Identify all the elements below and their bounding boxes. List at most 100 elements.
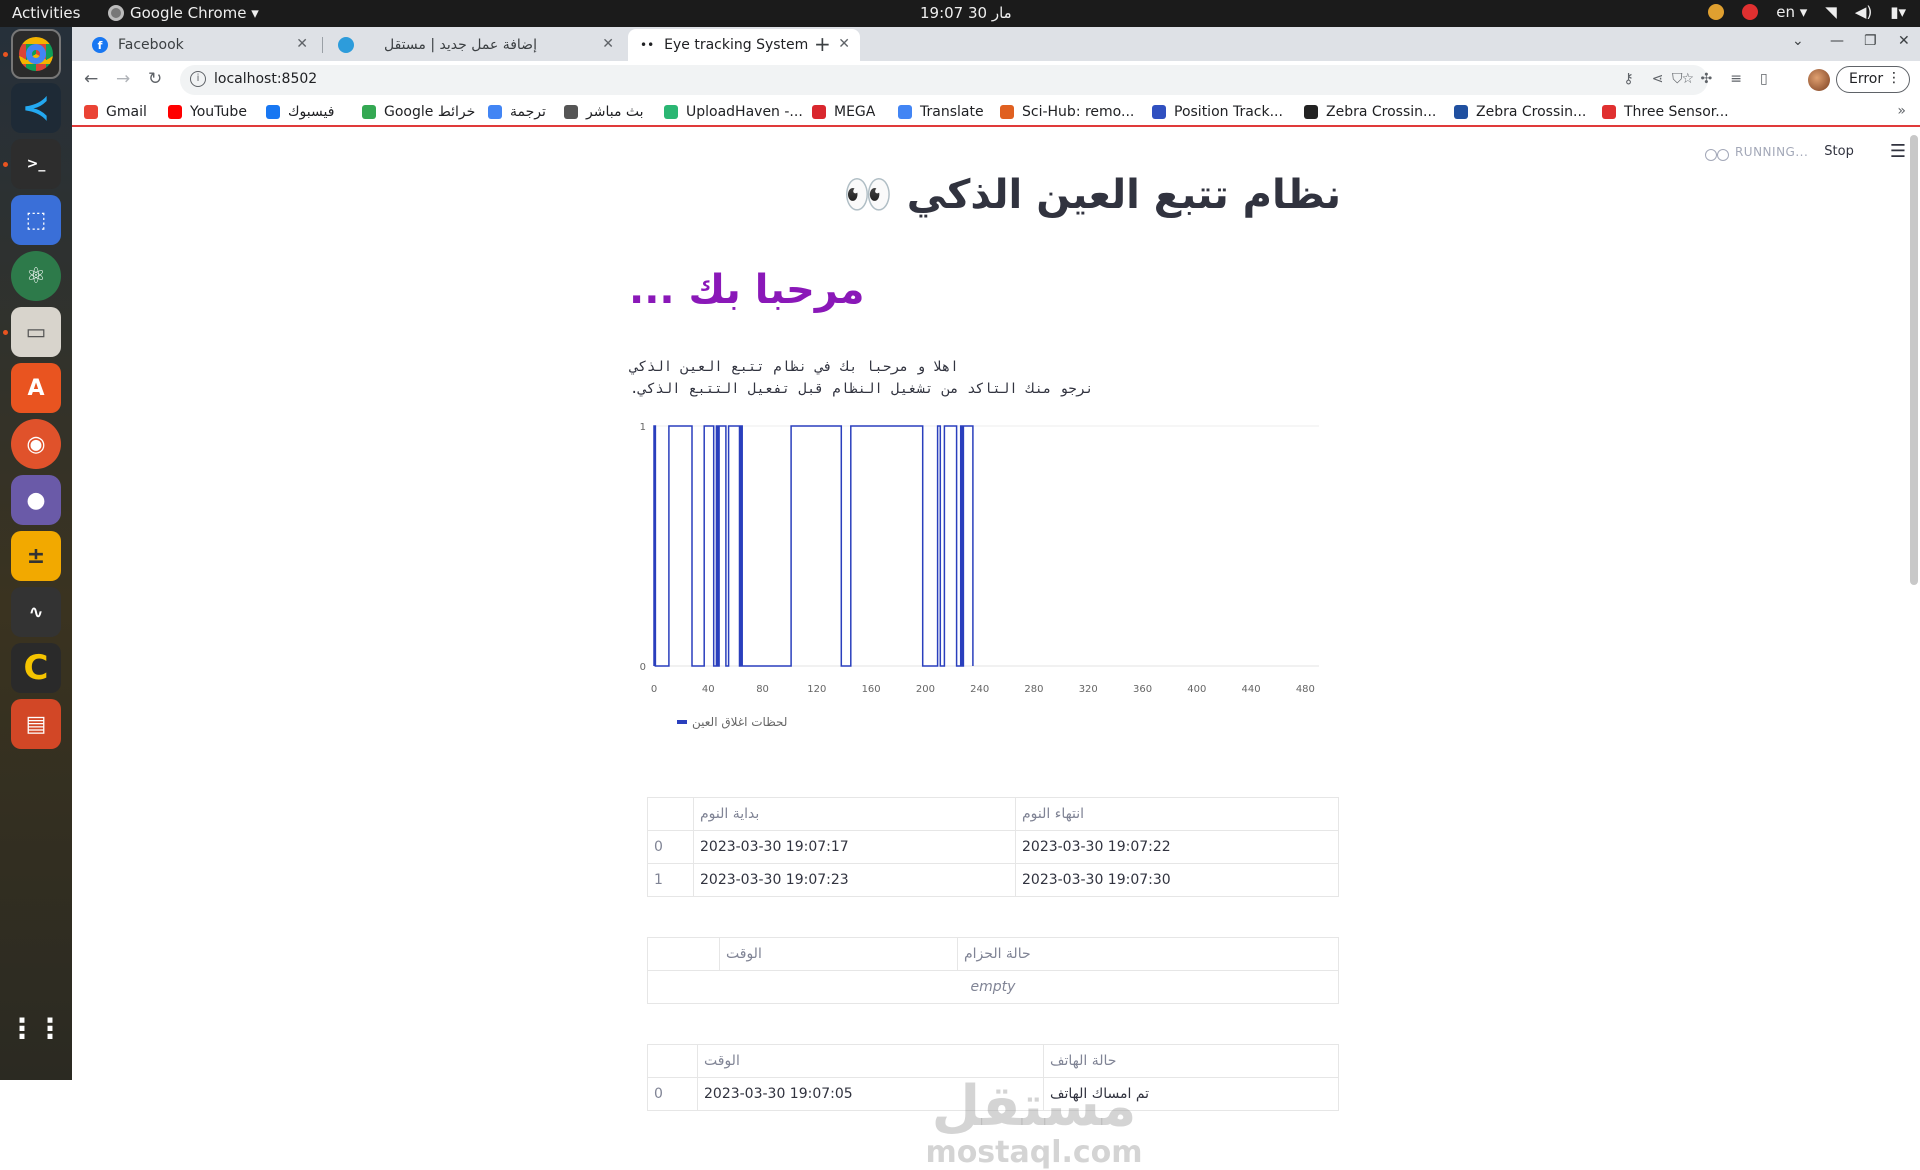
- forward-icon[interactable]: →: [116, 69, 130, 89]
- close-tab-icon[interactable]: ✕: [838, 36, 850, 52]
- bookmark-item[interactable]: Three Sensor...: [1602, 104, 1729, 120]
- app-center-icon[interactable]: A: [11, 363, 61, 413]
- activities-button[interactable]: Activities: [12, 4, 80, 22]
- bookmark-item[interactable]: بث مباشر: [564, 104, 644, 120]
- bicycle-icon: [1704, 143, 1729, 161]
- system-tray[interactable]: en ▾ ◥ ◀) ▮▾: [1708, 3, 1906, 21]
- dnd-icon[interactable]: [1742, 4, 1759, 20]
- x-tick-label: 160: [862, 684, 881, 695]
- bookmark-item[interactable]: Translate: [898, 104, 984, 120]
- language-selector[interactable]: en ▾: [1776, 3, 1807, 21]
- files-icon[interactable]: ▭: [11, 307, 61, 357]
- error-button[interactable]: Error ⋮: [1836, 66, 1910, 93]
- close-tab-icon[interactable]: ✕: [296, 36, 308, 52]
- close-window-button[interactable]: ✕: [1898, 33, 1910, 49]
- webcam-icon[interactable]: ●: [11, 475, 61, 525]
- bookmark-item[interactable]: Zebra Crossin...: [1454, 104, 1586, 120]
- bookmark-item[interactable]: Sci-Hub: remo...: [1000, 104, 1134, 120]
- tab-mostaql[interactable]: إضافة عمل جديد | مستقل ✕: [326, 29, 624, 61]
- chrome-dock-icon[interactable]: [11, 29, 61, 79]
- maximize-button[interactable]: ❐: [1864, 33, 1877, 49]
- bookmark-item[interactable]: UploadHaven -...: [664, 104, 803, 120]
- zebra2-icon: [1454, 105, 1468, 119]
- bookmark-item[interactable]: Google خرائط: [362, 104, 475, 120]
- youtube-icon: [168, 105, 182, 119]
- bookmark-item[interactable]: YouTube: [168, 104, 247, 120]
- firefox-icon[interactable]: ◉: [11, 419, 61, 469]
- tab-label: إضافة عمل جديد | مستقل: [384, 37, 537, 53]
- table-row[interactable]: 0 2023-03-30 19:07:17 2023-03-30 19:07:2…: [647, 830, 1339, 864]
- scrollbar-thumb[interactable]: [1910, 135, 1918, 585]
- table-row[interactable]: 1 2023-03-30 19:07:23 2023-03-30 19:07:3…: [647, 863, 1339, 897]
- battery-icon[interactable]: ▮▾: [1890, 3, 1906, 21]
- bookmark-item[interactable]: ترجمة: [488, 104, 546, 120]
- minimize-button[interactable]: —: [1830, 33, 1844, 49]
- tab-search-icon[interactable]: ⌄: [1792, 33, 1804, 49]
- table-cell: 2023-03-30 19:07:17: [693, 830, 1016, 864]
- show-apps-icon[interactable]: ⋮⋮: [8, 1003, 64, 1053]
- stop-button[interactable]: Stop: [1824, 144, 1854, 159]
- x-tick-label: 440: [1242, 684, 1261, 695]
- live-icon: [564, 105, 578, 119]
- terminal-icon[interactable]: >_: [11, 139, 61, 189]
- error-label: Error: [1849, 71, 1884, 87]
- volume-icon[interactable]: ◀): [1855, 3, 1872, 21]
- close-tab-icon[interactable]: ✕: [602, 36, 614, 52]
- bookmark-label: YouTube: [190, 104, 247, 120]
- codeblocks-icon[interactable]: C: [11, 643, 61, 693]
- bookmark-label: Sci-Hub: remo...: [1022, 104, 1135, 120]
- belt-table[interactable]: الوقت حالة الحزام empty: [647, 937, 1339, 1004]
- app-menu[interactable]: Google Chrome ▾: [108, 4, 259, 22]
- calculator-icon[interactable]: ±: [11, 531, 61, 581]
- reload-icon[interactable]: ↻: [148, 69, 162, 89]
- sleep-table[interactable]: بداية النوم انتهاء النوم 0 2023-03-30 19…: [647, 797, 1339, 897]
- eye-closure-chart[interactable]: 0 1 0 40 80 120 160 200 240 280 320 360 400 440 480 لحظ…: [624, 411, 1324, 741]
- more-menu-icon[interactable]: ⋮: [1887, 70, 1901, 86]
- vscode-icon[interactable]: ≺: [11, 83, 61, 133]
- url-text[interactable]: localhost:8502: [214, 71, 317, 87]
- bookmark-item[interactable]: فيسبوك: [266, 104, 334, 120]
- tab-facebook[interactable]: f Facebook ✕: [80, 29, 318, 61]
- new-tab-button[interactable]: +: [814, 32, 831, 56]
- column-header: الوقت: [719, 937, 958, 971]
- shield-icon[interactable]: ⛉: [1672, 71, 1683, 87]
- maps-icon: [362, 105, 376, 119]
- system-monitor-icon[interactable]: ∿: [11, 587, 61, 637]
- atom-icon[interactable]: ⚛: [11, 251, 61, 301]
- site-info-icon[interactable]: i: [190, 71, 206, 87]
- mega-icon: [812, 105, 826, 119]
- screenshot-icon[interactable]: ⬚: [11, 195, 61, 245]
- bookmark-item[interactable]: Zebra Crossin...: [1304, 104, 1436, 120]
- chrome-tray-icon[interactable]: [1708, 4, 1725, 20]
- hamburger-menu-icon[interactable]: ☰: [1890, 141, 1906, 162]
- page-scrollbar[interactable]: [1908, 129, 1920, 1080]
- column-header: الوقت: [697, 1044, 1044, 1078]
- chrome-icon: [108, 5, 124, 21]
- more-bookmarks-icon[interactable]: »: [1897, 103, 1906, 119]
- index-header: [647, 1044, 698, 1078]
- side-panel-icon[interactable]: ▯: [1760, 71, 1768, 87]
- avatar[interactable]: [1808, 69, 1830, 91]
- ubuntu-dock: ≺ >_ ⬚ ⚛ ▭ A ◉ ● ± ∿ C ▤ ⋮⋮: [0, 27, 72, 1080]
- clock[interactable]: 19:07 30 مار: [920, 4, 1012, 22]
- column-header: انتهاء النوم: [1015, 797, 1339, 831]
- x-tick-label: 120: [807, 684, 826, 695]
- app-status: RUNNING... Stop ☰: [1704, 141, 1906, 162]
- presentation-icon[interactable]: ▤: [11, 699, 61, 749]
- intro-line-2: نرجو منك التاكد من تشغيل النظام قبل تفعي…: [630, 381, 1094, 397]
- watermark-latin: mostaql.com: [925, 1135, 1143, 1170]
- x-tick-label: 240: [970, 684, 989, 695]
- bookmark-item[interactable]: MEGA: [812, 104, 875, 120]
- wifi-icon[interactable]: ◥: [1825, 3, 1837, 21]
- address-bar[interactable]: i localhost:8502 ⚷ ⋖ ☆: [180, 65, 1708, 95]
- bookmark-item[interactable]: Position Track...: [1152, 104, 1283, 120]
- share-icon[interactable]: ⋖: [1652, 71, 1664, 87]
- x-tick-label: 360: [1133, 684, 1152, 695]
- back-icon[interactable]: ←: [84, 69, 98, 89]
- media-icon[interactable]: ≡: [1730, 71, 1742, 87]
- series-line[interactable]: [653, 425, 974, 667]
- extensions-icon[interactable]: ✣: [1701, 71, 1713, 87]
- bookmark-item[interactable]: Gmail: [84, 104, 147, 120]
- key-icon[interactable]: ⚷: [1623, 71, 1633, 87]
- eyes-icon: ••: [640, 38, 655, 52]
